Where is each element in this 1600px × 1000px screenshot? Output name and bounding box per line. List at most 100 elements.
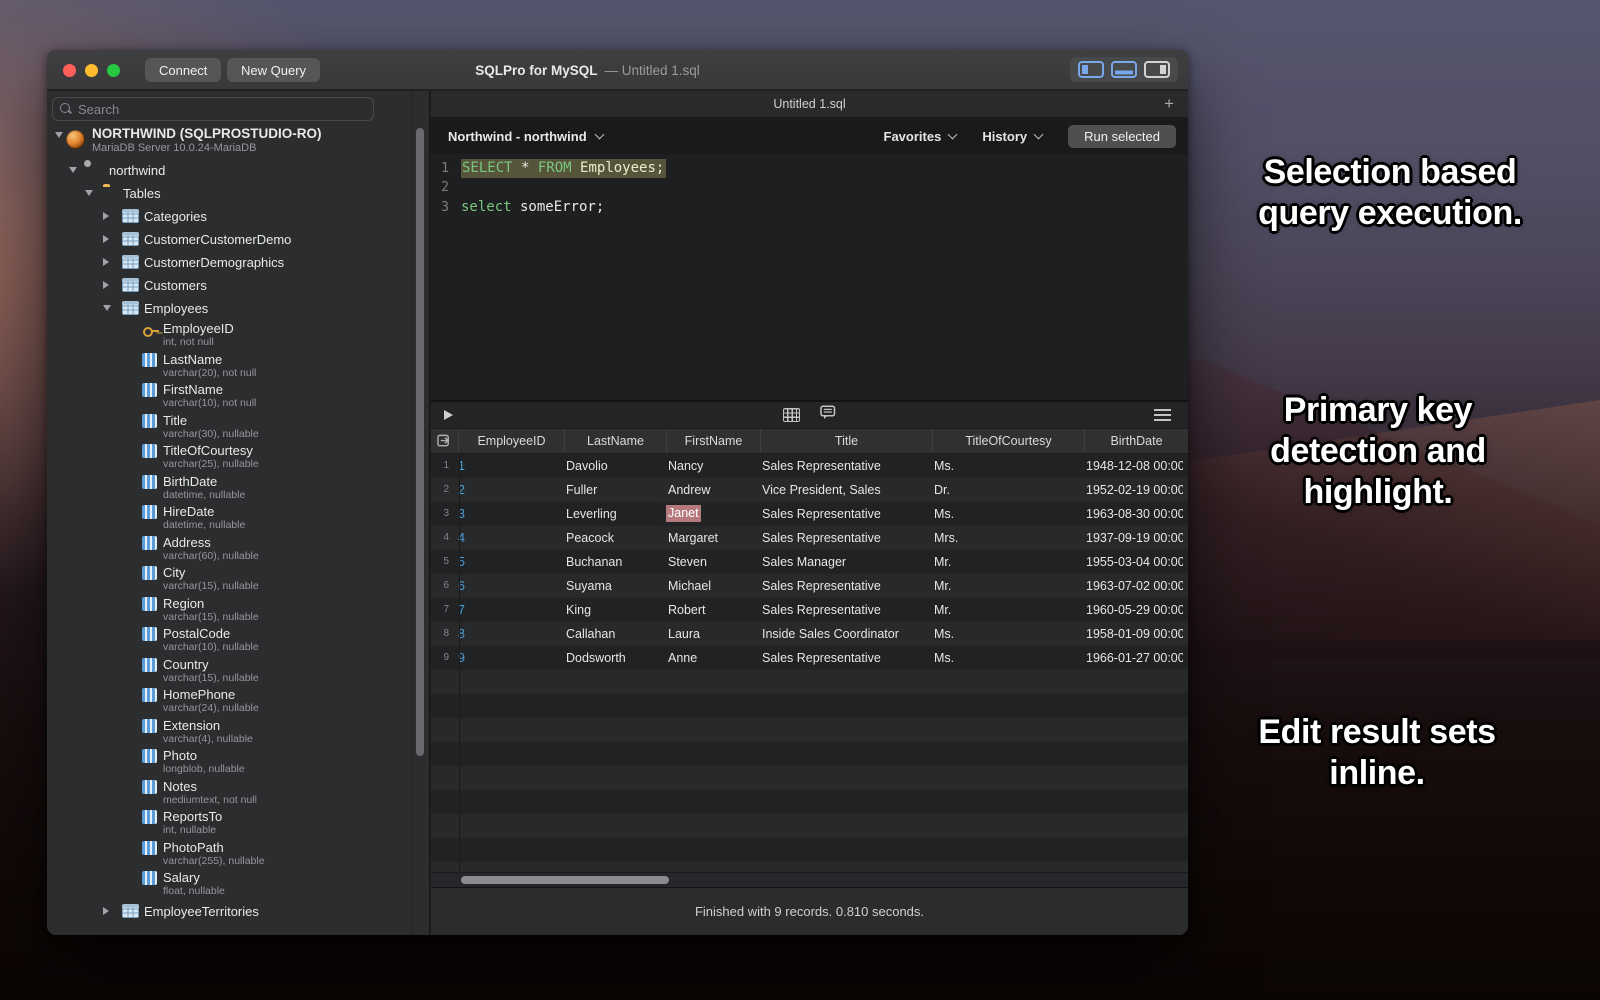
grid-view-icon[interactable] xyxy=(783,408,800,422)
sidebar-item-customercustomerdemo[interactable]: CustomerCustomerDemo xyxy=(47,228,410,251)
sidebar-item-employees[interactable]: Employees xyxy=(47,297,410,320)
sidebar-item-homephone[interactable]: HomePhone varchar(24), nullable xyxy=(47,686,410,717)
sidebar-item-address[interactable]: Address varchar(60), nullable xyxy=(47,534,410,565)
cell-firstname[interactable]: Anne xyxy=(662,646,756,670)
connect-button[interactable]: Connect xyxy=(145,58,221,82)
cell-title[interactable]: Sales Representative xyxy=(756,646,928,670)
sidebar-item-salary[interactable]: Salary float, nullable xyxy=(47,869,410,900)
window-titlebar[interactable]: Connect New Query SQLPro for MySQL — Unt… xyxy=(47,50,1188,90)
cell-birthdate[interactable]: 1963-08-30 00:00:0 xyxy=(1080,502,1183,526)
sidebar-item-employeeterritories[interactable]: EmployeeTerritories xyxy=(47,900,410,923)
connection-selector[interactable]: Northwind - northwind xyxy=(448,129,603,144)
cell-birthdate[interactable]: 1966-01-27 00:00:0 xyxy=(1080,646,1183,670)
cell-lastname[interactable]: Dodsworth xyxy=(560,646,662,670)
cell-employeeid[interactable]: 2 xyxy=(454,478,560,502)
sidebar-item-extension[interactable]: Extension varchar(4), nullable xyxy=(47,717,410,748)
disclosure-triangle-icon[interactable] xyxy=(103,305,111,311)
sidebar-item-country[interactable]: Country varchar(15), nullable xyxy=(47,656,410,687)
cell-lastname[interactable]: Suyama xyxy=(560,574,662,598)
sidebar-item-titleofcourtesy[interactable]: TitleOfCourtesy varchar(25), nullable xyxy=(47,442,410,473)
sidebar-scrollbar[interactable] xyxy=(416,128,424,756)
cell-lastname[interactable]: Leverling xyxy=(560,502,662,526)
cell-firstname[interactable]: Janet xyxy=(662,502,756,526)
cell-birthdate[interactable]: 1963-07-02 00:00:0 xyxy=(1080,574,1183,598)
cell-birthdate[interactable]: 1958-01-09 00:00:0 xyxy=(1080,622,1183,646)
disclosure-triangle-icon[interactable] xyxy=(103,907,109,915)
cell-employeeid[interactable]: 1 xyxy=(454,454,560,478)
history-dropdown[interactable]: History xyxy=(982,129,1042,144)
cell-lastname[interactable]: Fuller xyxy=(560,478,662,502)
cell-birthdate[interactable]: 1952-02-19 00:00:0 xyxy=(1080,478,1183,502)
column-header-employeeid[interactable]: EmployeeID xyxy=(459,429,565,453)
cell-titleofcourtesy[interactable]: Dr. xyxy=(928,478,1080,502)
cell-firstname[interactable]: Margaret xyxy=(662,526,756,550)
layout-bottom-panel-icon[interactable] xyxy=(1111,61,1137,78)
disclosure-triangle-icon[interactable] xyxy=(103,235,109,243)
sidebar-item-customers[interactable]: Customers xyxy=(47,274,410,297)
cell-titleofcourtesy[interactable]: Ms. xyxy=(928,454,1080,478)
cell-firstname[interactable]: Michael xyxy=(662,574,756,598)
cell-title[interactable]: Sales Representative xyxy=(756,502,928,526)
cell-firstname[interactable]: Nancy xyxy=(662,454,756,478)
cell-employeeid[interactable]: 5 xyxy=(454,550,560,574)
sidebar-item-birthdate[interactable]: BirthDate datetime, nullable xyxy=(47,473,410,504)
cell-titleofcourtesy[interactable]: Ms. xyxy=(928,622,1080,646)
minimize-button[interactable] xyxy=(85,64,98,77)
cell-title[interactable]: Vice President, Sales xyxy=(756,478,928,502)
sidebar-item-reportsto[interactable]: ReportsTo int, nullable xyxy=(47,808,410,839)
cell-title[interactable]: Sales Manager xyxy=(756,550,928,574)
cell-titleofcourtesy[interactable]: Mr. xyxy=(928,598,1080,622)
cell-title[interactable]: Sales Representative xyxy=(756,454,928,478)
sidebar-item-city[interactable]: City varchar(15), nullable xyxy=(47,564,410,595)
tab-untitled[interactable]: Untitled 1.sql xyxy=(431,91,1188,118)
sidebar-item-firstname[interactable]: FirstName varchar(10), not null xyxy=(47,381,410,412)
layout-right-panel-icon[interactable] xyxy=(1144,61,1170,78)
sidebar-item-region[interactable]: Region varchar(15), nullable xyxy=(47,595,410,626)
cell-title[interactable]: Sales Representative xyxy=(756,598,928,622)
sidebar-item-northwind-sqlprostudio-ro[interactable]: NORTHWIND (SQLPROSTUDIO-RO) MariaDB Serv… xyxy=(47,123,410,159)
cell-titleofcourtesy[interactable]: Mrs. xyxy=(928,526,1080,550)
menu-icon[interactable] xyxy=(1154,414,1171,416)
cell-birthdate[interactable]: 1960-05-29 00:00:0 xyxy=(1080,598,1183,622)
disclosure-triangle-icon[interactable] xyxy=(69,167,77,173)
cell-employeeid[interactable]: 4 xyxy=(454,526,560,550)
disclosure-triangle-icon[interactable] xyxy=(85,190,93,196)
message-view-icon[interactable] xyxy=(820,405,836,425)
cell-employeeid[interactable]: 7 xyxy=(454,598,560,622)
cell-title[interactable]: Sales Representative xyxy=(756,574,928,598)
column-header-birthdate[interactable]: BirthDate xyxy=(1085,429,1188,453)
sidebar-item-hiredate[interactable]: HireDate datetime, nullable xyxy=(47,503,410,534)
cell-titleofcourtesy[interactable]: Ms. xyxy=(928,646,1080,670)
cell-employeeid[interactable]: 8 xyxy=(454,622,560,646)
inline-edit-field[interactable]: Janet xyxy=(662,502,756,526)
disclosure-triangle-icon[interactable] xyxy=(103,281,109,289)
sql-editor[interactable]: 1SELECT * FROM Employees;23select someEr… xyxy=(431,154,1188,400)
cell-lastname[interactable]: Callahan xyxy=(560,622,662,646)
cell-titleofcourtesy[interactable]: Ms. xyxy=(928,502,1080,526)
sidebar-item-photo[interactable]: Photo longblob, nullable xyxy=(47,747,410,778)
new-tab-button[interactable]: + xyxy=(1158,91,1180,116)
column-header-titleofcourtesy[interactable]: TitleOfCourtesy xyxy=(933,429,1085,453)
cell-firstname[interactable]: Steven xyxy=(662,550,756,574)
cell-title[interactable]: Sales Representative xyxy=(756,526,928,550)
sidebar-item-tables[interactable]: Tables xyxy=(47,182,410,205)
disclosure-triangle-icon[interactable] xyxy=(103,212,109,220)
cell-lastname[interactable]: King xyxy=(560,598,662,622)
sidebar-item-categories[interactable]: Categories xyxy=(47,205,410,228)
cell-firstname[interactable]: Laura xyxy=(662,622,756,646)
search-input[interactable]: Search xyxy=(52,97,374,121)
column-header-lastname[interactable]: LastName xyxy=(565,429,667,453)
disclosure-triangle-icon[interactable] xyxy=(55,132,63,138)
horizontal-scrollbar[interactable] xyxy=(461,876,669,884)
cell-birthdate[interactable]: 1955-03-04 00:00:0 xyxy=(1080,550,1183,574)
code-line[interactable]: 1SELECT * FROM Employees; xyxy=(431,159,1188,178)
sidebar-item-lastname[interactable]: LastName varchar(20), not null xyxy=(47,351,410,382)
cell-lastname[interactable]: Davolio xyxy=(560,454,662,478)
sidebar-item-postalcode[interactable]: PostalCode varchar(10), nullable xyxy=(47,625,410,656)
zoom-button[interactable] xyxy=(107,64,120,77)
close-button[interactable] xyxy=(63,64,76,77)
cell-birthdate[interactable]: 1948-12-08 00:00:0 xyxy=(1080,454,1183,478)
cell-employeeid[interactable]: 6 xyxy=(454,574,560,598)
cell-titleofcourtesy[interactable]: Mr. xyxy=(928,550,1080,574)
sidebar-item-northwind[interactable]: northwind xyxy=(47,159,410,182)
